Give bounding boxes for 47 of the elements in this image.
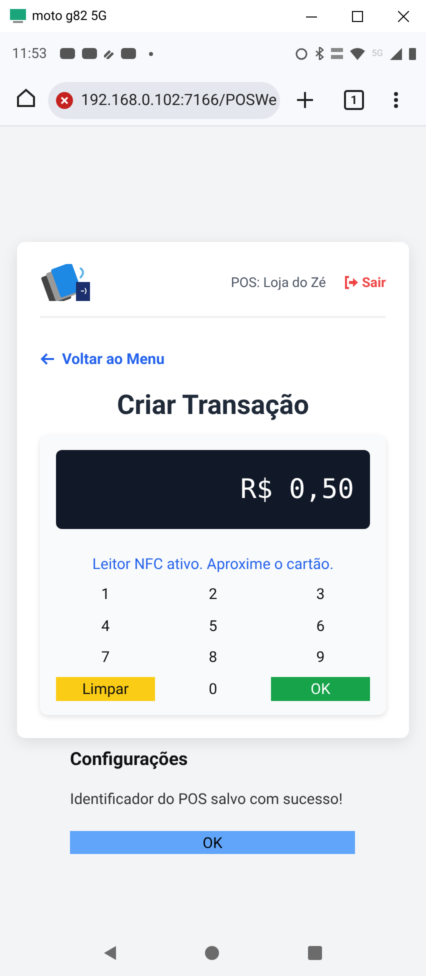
menu-icon[interactable] (394, 92, 398, 108)
back-icon[interactable] (104, 946, 116, 960)
new-tab-icon[interactable] (297, 92, 313, 108)
home-button-icon[interactable] (204, 946, 219, 960)
back-link[interactable]: Voltar ao Menu (40, 350, 164, 368)
dialog-ok-button[interactable]: OK (70, 831, 355, 854)
stripes-icon (104, 48, 114, 58)
tab-count-button[interactable]: 1 (344, 90, 364, 110)
address-bar[interactable]: 192.168.0.102:7166/POSWe (48, 82, 280, 118)
app-icon (10, 9, 26, 23)
window-title: moto g82 5G (32, 8, 108, 24)
recents-icon[interactable] (308, 946, 322, 960)
status-time: 11:53 (12, 46, 47, 62)
pos-name: POS: Loja do Zé (230, 274, 326, 290)
keypad-key[interactable]: 4 (56, 614, 155, 638)
network-label: 5G (372, 48, 383, 58)
dialog-message: Identificador do POS salvo com sucesso! (70, 790, 344, 808)
dot-icon (148, 52, 153, 56)
error-icon (56, 92, 73, 108)
keypad-key[interactable]: 3 (271, 582, 370, 606)
signal-icon (390, 48, 402, 60)
dialog-title: Configurações (70, 749, 189, 770)
battery-icon (409, 47, 416, 60)
keypad-key[interactable]: 2 (167, 582, 259, 606)
video-icon (82, 48, 97, 59)
arrow-left-icon (40, 353, 54, 365)
video-icon (60, 48, 75, 59)
keypad-key[interactable]: 6 (271, 614, 370, 638)
video-icon (120, 48, 136, 59)
keypad-key[interactable]: 8 (167, 645, 259, 669)
bluetooth-icon (314, 47, 324, 60)
logout-icon (344, 276, 358, 289)
home-icon[interactable] (16, 88, 36, 108)
close-icon[interactable] (398, 10, 408, 22)
nfc-status: Leitor NFC ativo. Aproxime o cartão. (91, 555, 335, 573)
clear-button[interactable]: Limpar (56, 676, 155, 700)
wifi-icon (350, 48, 365, 60)
keypad-key[interactable]: 7 (56, 645, 155, 669)
logout-link[interactable]: Sair (344, 274, 386, 290)
keypad-key[interactable]: 5 (167, 614, 259, 638)
amount-display: R$ 0,50 (56, 450, 370, 529)
keypad-key[interactable]: 1 (56, 582, 155, 606)
keypad-key[interactable]: 0 (167, 676, 259, 700)
keypad-key[interactable]: 9 (271, 645, 370, 669)
logo-icon (40, 264, 92, 301)
maximize-icon[interactable] (352, 10, 362, 22)
page-title: Criar Transação (116, 389, 310, 421)
